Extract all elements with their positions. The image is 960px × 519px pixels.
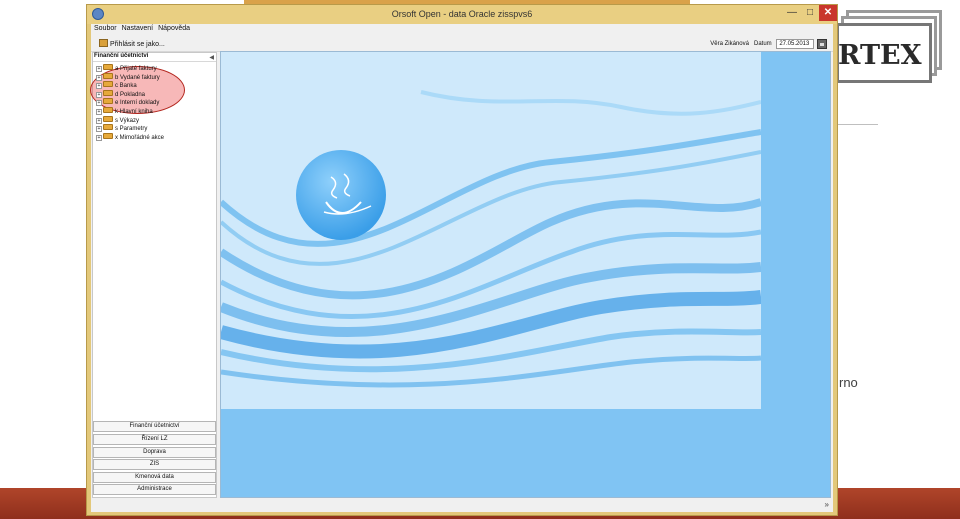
- expand-icon[interactable]: +: [96, 117, 102, 124]
- slide-text-fragment: rno: [839, 375, 858, 390]
- expand-icon[interactable]: +: [96, 83, 102, 90]
- expand-icon[interactable]: +: [96, 100, 102, 107]
- menu-napoveda[interactable]: Nápověda: [155, 24, 192, 32]
- module-doprava-button[interactable]: Doprava: [93, 446, 216, 458]
- menu-nastaveni[interactable]: Nastavení: [119, 24, 156, 32]
- splash-image: [221, 52, 761, 409]
- folder-icon: [103, 81, 113, 88]
- login-as-button[interactable]: Přihlásit se jako...: [99, 39, 165, 48]
- window-title: Orsoft Open - data Oracle zisspvs6: [391, 9, 533, 19]
- title-bar[interactable]: Orsoft Open - data Oracle zisspvs6 — □ ✕: [87, 5, 837, 24]
- folder-icon: [103, 115, 113, 122]
- nav-panel-header: Finanční účetnictví ◀: [93, 53, 216, 62]
- expand-icon[interactable]: +: [96, 134, 102, 141]
- expand-icon[interactable]: +: [96, 91, 102, 98]
- toolbar: Přihlásit se jako... Věra Zikánová Datum…: [91, 36, 833, 52]
- slide-divider: [836, 124, 878, 125]
- tree-item-vykazy[interactable]: + s Výkazy: [96, 115, 214, 125]
- maximize-button[interactable]: □: [801, 5, 819, 21]
- module-tree: + a Přijaté faktury + b Vydané faktury + c …: [90, 64, 214, 142]
- app-window: Orsoft Open - data Oracle zisspvs6 — □ ✕…: [86, 4, 838, 516]
- user-name: Věra Zikánová: [710, 41, 749, 47]
- tree-item-label: x Mimořádné akce: [115, 134, 165, 141]
- expand-icon[interactable]: +: [96, 74, 102, 81]
- tree-item-mimoradne-akce[interactable]: + x Mimořádné akce: [96, 132, 214, 142]
- login-as-label: Přihlásit se jako...: [110, 41, 165, 48]
- folder-icon: [103, 124, 113, 131]
- close-button[interactable]: ✕: [819, 5, 837, 21]
- tree-item-interni-doklady[interactable]: + e Interní doklady: [96, 98, 214, 107]
- module-kmenova-data-button[interactable]: Kmenová data: [93, 471, 216, 483]
- wave-background: [221, 52, 761, 409]
- tree-item-label: d Pokladna: [115, 91, 146, 98]
- folder-icon: [103, 132, 113, 139]
- calendar-icon[interactable]: [817, 39, 827, 49]
- status-bar: »: [91, 499, 833, 510]
- folder-icon: [103, 72, 113, 79]
- company-logo: RTEX: [836, 10, 944, 88]
- module-administrace-button[interactable]: Administrace: [93, 484, 216, 496]
- folder-icon: [103, 106, 113, 113]
- tree-item-label: k Hlavní kniha: [115, 108, 153, 115]
- tree-item-prijate-faktury[interactable]: + a Přijaté faktury: [96, 64, 214, 73]
- folder-icon: [103, 64, 113, 70]
- folder-icon: [103, 98, 113, 105]
- double-chevron-down-icon[interactable]: »: [825, 500, 829, 509]
- module-rizeni-lz-button[interactable]: Řízení LZ: [93, 434, 216, 446]
- minimize-button[interactable]: —: [783, 5, 801, 21]
- logo-text: RTEX: [838, 40, 922, 71]
- expand-icon[interactable]: +: [96, 66, 102, 72]
- users-icon: [99, 39, 108, 47]
- tree-item-label: s Parametry: [115, 126, 148, 133]
- folder-icon: [103, 89, 113, 96]
- tree-item-label: e Interní doklady: [115, 100, 160, 107]
- date-label: Datum: [753, 41, 772, 47]
- module-zis-button[interactable]: ZIS: [93, 459, 216, 471]
- expand-icon[interactable]: +: [96, 108, 102, 115]
- logo-sphere: [296, 150, 386, 240]
- collapse-panel-icon[interactable]: ◀: [209, 54, 214, 61]
- main-workspace: [220, 51, 831, 498]
- tree-item-banka[interactable]: + c Banka: [96, 81, 214, 90]
- menu-soubor[interactable]: Soubor: [91, 24, 119, 32]
- tree-item-hlavni-kniha[interactable]: + k Hlavní kniha: [96, 106, 214, 116]
- window-client: Soubor Nastavení Nápověda Přihlásit se jak…: [90, 24, 833, 512]
- user-info: Věra Zikánová Datum 27.05.2013: [710, 39, 827, 51]
- tree-item-parametry[interactable]: + s Parametry: [96, 124, 214, 133]
- tree-item-label: c Banka: [115, 83, 137, 90]
- tree-item-label: b Vydané faktury: [115, 74, 160, 81]
- navigation-panel: Finanční účetnictví ◀ + a Přijaté faktury…: [90, 52, 217, 498]
- date-field[interactable]: 27.05.2013: [776, 39, 815, 49]
- nav-panel-title: Finanční účetnictví: [94, 53, 149, 59]
- menu-bar: Soubor Nastavení Nápověda: [91, 24, 833, 36]
- tree-item-pokladna[interactable]: + d Pokladna: [96, 89, 214, 99]
- tree-item-label: a Přijaté faktury: [115, 66, 157, 72]
- expand-icon[interactable]: +: [96, 126, 102, 133]
- tree-item-label: s Výkazy: [115, 117, 140, 124]
- module-buttons: Finanční účetnictví Řízení LZ Doprava ZI…: [93, 421, 216, 497]
- tree-item-vydane-faktury[interactable]: + b Vydané faktury: [96, 72, 214, 82]
- module-financni-ucetnictvi-button[interactable]: Finanční účetnictví: [93, 421, 216, 433]
